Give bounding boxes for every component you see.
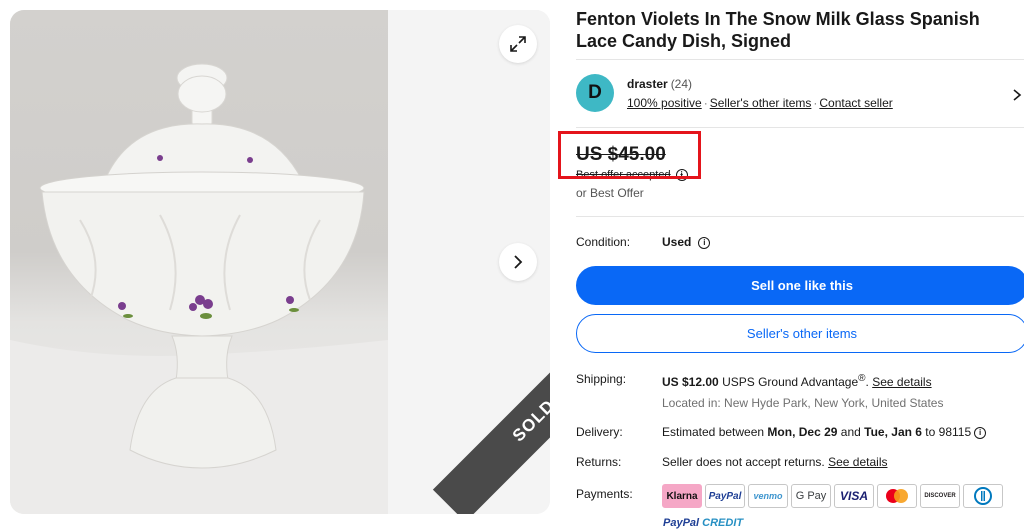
- mastercard-icon: [877, 484, 917, 508]
- discover-icon: DISCOVER: [920, 484, 960, 508]
- returns-value: Seller does not accept returns. See deta…: [662, 455, 887, 469]
- divider: [576, 216, 1024, 217]
- contact-seller-link[interactable]: Contact seller: [819, 96, 892, 110]
- shipping-service: USPS Ground Advantage: [722, 375, 859, 389]
- image-gallery[interactable]: SOLD: [10, 10, 550, 514]
- positive-feedback-link[interactable]: 100% positive: [627, 96, 702, 110]
- diners-club-logo: [974, 487, 992, 505]
- google-pay-icon: G Pay: [791, 484, 831, 508]
- condition-label: Condition:: [576, 235, 631, 249]
- expand-icon: [510, 36, 526, 52]
- visa-icon: VISA: [834, 484, 874, 508]
- chevron-right-icon: [514, 255, 523, 269]
- seller-avatar[interactable]: D: [576, 74, 614, 112]
- item-summary: Fenton Violets In The Snow Milk Glass Sp…: [576, 8, 1024, 52]
- info-icon[interactable]: i: [974, 426, 987, 439]
- delivery-start-date: Mon, Dec 29: [767, 425, 838, 439]
- divider: [576, 59, 1024, 60]
- item-location: Located in: New Hyde Park, New York, Uni…: [662, 396, 944, 410]
- sellers-other-items-button[interactable]: Seller's other items: [576, 314, 1024, 353]
- product-photo[interactable]: [10, 10, 388, 514]
- payment-methods: Klarna PayPal venmo G Pay VISA DISCOVER: [662, 484, 1003, 508]
- delivery-end-date: Tue, Jan 6: [864, 425, 922, 439]
- or-best-offer: or Best Offer: [576, 186, 644, 200]
- delivery-value: Estimated between Mon, Dec 29 and Tue, J…: [662, 425, 987, 439]
- diners-club-icon: [963, 484, 1003, 508]
- expand-image-button[interactable]: [499, 25, 537, 63]
- condition-value: Used: [662, 235, 692, 249]
- info-icon[interactable]: i: [698, 236, 711, 249]
- seller-links: 100% positive · Seller's other items · Conta…: [627, 96, 893, 110]
- item-title: Fenton Violets In The Snow Milk Glass Sp…: [576, 9, 980, 51]
- returns-text: Seller does not accept returns.: [662, 455, 825, 469]
- paypal-credit-icon: PayPal CREDIT: [663, 517, 744, 529]
- shipping-value: US $12.00 USPS Ground Advantage®. See de…: [662, 373, 932, 389]
- paypal-icon: PayPal: [705, 484, 745, 508]
- seller-feedback-count: (24): [670, 77, 693, 91]
- shipping-label: Shipping:: [576, 372, 627, 386]
- seller-name[interactable]: draster: [627, 77, 668, 91]
- seller-card[interactable]: D draster (24) 100% positive · Seller's oth…: [576, 68, 1024, 124]
- registered-mark: ®: [858, 373, 866, 384]
- next-image-button[interactable]: [499, 243, 537, 281]
- venmo-icon: venmo: [748, 484, 788, 508]
- payments-label: Payments:: [576, 487, 633, 501]
- chevron-right-icon[interactable]: [1012, 88, 1022, 102]
- seller-other-items-link[interactable]: Seller's other items: [710, 96, 812, 110]
- shipping-see-details-link[interactable]: See details: [872, 375, 931, 389]
- klarna-icon: Klarna: [662, 484, 702, 508]
- sell-one-like-this-button[interactable]: Sell one like this: [576, 266, 1024, 305]
- returns-label: Returns:: [576, 455, 622, 469]
- candy-dish-image: [10, 63, 388, 514]
- condition-value-line: Used i: [662, 235, 711, 249]
- divider: [576, 127, 1024, 128]
- price-highlight-box: [558, 131, 701, 179]
- seller-name-line: draster (24): [627, 77, 692, 91]
- returns-see-details-link[interactable]: See details: [828, 455, 887, 469]
- delivery-label: Delivery:: [576, 425, 623, 439]
- mastercard-logo: [886, 489, 908, 503]
- shipping-cost: US $12.00: [662, 375, 719, 389]
